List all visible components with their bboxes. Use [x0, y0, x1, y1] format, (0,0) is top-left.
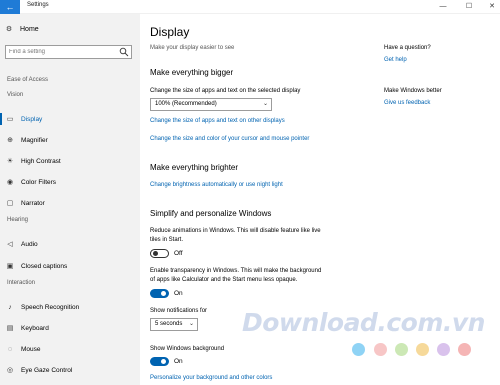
section-vision: Vision [7, 92, 24, 98]
personalize-link[interactable]: Personalize your background and other co… [150, 375, 272, 381]
background-label: Show Windows background [150, 346, 225, 352]
chevron-down-icon: ⌄ [188, 321, 194, 327]
notifications-dropdown[interactable]: 5 seconds ⌄ [150, 318, 198, 331]
notifications-label: Show notifications for [150, 308, 208, 314]
animations-text-line1: Reduce animations in Windows. This will … [150, 228, 321, 234]
animations-text-line2: tiles in Start. [150, 237, 184, 243]
gear-icon: ⚙ [5, 26, 13, 33]
close-button[interactable]: ✕ [485, 1, 499, 13]
sidebar-item-label: Narrator [21, 199, 45, 207]
narrator-icon: ▢ [6, 200, 14, 207]
captions-icon: ▣ [6, 263, 14, 270]
background-toggle[interactable] [150, 357, 169, 366]
background-state: On [174, 358, 183, 365]
search-box[interactable] [5, 45, 132, 59]
sidebar-item-audio[interactable]: ◁ Audio [0, 235, 140, 253]
display-icon: ▭ [6, 116, 14, 123]
scale-dropdown-value: 100% (Recommended) [155, 101, 217, 107]
animations-state: Off [174, 250, 183, 257]
sidebar-item-label: Color Filters [21, 178, 57, 186]
better-heading: Make Windows better [384, 88, 442, 94]
maximize-button[interactable]: ☐ [462, 1, 476, 13]
sidebar-item-label: Keyboard [21, 324, 49, 332]
scale-dropdown[interactable]: 100% (Recommended) ⌄ [150, 98, 272, 111]
get-help-link[interactable]: Get help [384, 57, 494, 63]
transparency-state: On [174, 290, 183, 297]
audio-icon: ◁ [7, 241, 13, 248]
cursor-pointer-link[interactable]: Change the size and color of your cursor… [150, 136, 309, 142]
sidebar-item-closed-captions[interactable]: ▣ Closed captions [0, 257, 140, 275]
sidebar-item-color-filters[interactable]: ◉ Color Filters [0, 173, 140, 191]
speech-icon: ♪ [8, 303, 12, 311]
watermark-dot [374, 343, 387, 356]
watermark-logo: Download.com.vn [242, 308, 485, 337]
toggle-knob [161, 359, 166, 364]
section-interaction: Interaction [7, 280, 36, 286]
sidebar-item-mouse[interactable]: ◌ Mouse [0, 340, 140, 358]
bigger-heading: Make everything bigger [150, 68, 234, 77]
watermark-dot [437, 343, 450, 356]
category-label: Ease of Access [7, 77, 49, 83]
animations-toggle[interactable] [150, 249, 169, 258]
search-icon[interactable] [119, 47, 129, 57]
keyboard-icon: ▤ [6, 325, 14, 332]
page-title: Display [150, 25, 190, 39]
sidebar-home[interactable]: ⚙ Home [4, 25, 39, 34]
feedback-link[interactable]: Give us feedback [384, 100, 494, 106]
sidebar-item-label: Display [21, 115, 43, 123]
simplify-heading: Simplify and personalize Windows [150, 209, 272, 218]
sidebar-item-label: Closed captions [21, 262, 68, 270]
toggle-knob [161, 291, 166, 296]
page-subtitle: Make your display easier to see [150, 45, 235, 51]
watermark-dot [395, 343, 408, 356]
sidebar-item-magnifier[interactable]: ⊕ Magnifier [0, 131, 140, 149]
transparency-text-line2: of apps like Calculator and the Start me… [150, 277, 298, 283]
watermark-dot [352, 343, 365, 356]
sidebar-item-high-contrast[interactable]: ☀ High Contrast [0, 152, 140, 170]
color-filters-icon: ◉ [6, 179, 14, 186]
toggle-knob [153, 251, 158, 256]
sidebar-item-narrator[interactable]: ▢ Narrator [0, 194, 140, 212]
other-displays-link[interactable]: Change the size of apps and text on othe… [150, 118, 285, 124]
mouse-icon: ◌ [7, 345, 13, 353]
sidebar-item-label: Eye Gaze Control [21, 366, 73, 374]
sidebar-item-label: Mouse [21, 345, 41, 353]
magnifier-icon: ⊕ [7, 137, 13, 144]
watermark-dot [458, 343, 471, 356]
minimize-button[interactable]: — [436, 1, 450, 13]
sidebar-item-label: Speech Recognition [21, 303, 80, 311]
sidebar-item-eye-gaze-control[interactable]: ◎ Eye Gaze Control [0, 361, 140, 379]
window-title: Settings [27, 2, 49, 8]
watermark-dot [416, 343, 429, 356]
eye-gaze-icon: ◎ [6, 367, 14, 374]
question-heading: Have a question? [384, 45, 431, 51]
chevron-down-icon: ⌄ [262, 101, 268, 107]
sidebar-item-label: High Contrast [21, 157, 61, 165]
sidebar-item-label: Magnifier [21, 136, 48, 144]
sidebar-item-speech-recognition[interactable]: ♪ Speech Recognition [0, 298, 140, 316]
sidebar: ⚙ Home Ease of Access Vision ▭ Display ⊕… [0, 14, 140, 385]
notifications-dropdown-value: 5 seconds [155, 321, 183, 327]
home-label: Home [20, 25, 39, 33]
contrast-icon: ☀ [6, 158, 14, 165]
section-hearing: Hearing [7, 217, 29, 223]
title-bar: ← Settings — ☐ ✕ [0, 0, 500, 14]
sidebar-item-keyboard[interactable]: ▤ Keyboard [0, 319, 140, 337]
back-button[interactable]: ← [0, 0, 20, 14]
transparency-toggle[interactable] [150, 289, 169, 298]
text-size-label: Change the size of apps and text on the … [150, 88, 301, 94]
sidebar-item-label: Audio [21, 240, 38, 248]
search-input[interactable] [9, 47, 119, 57]
brightness-link[interactable]: Change brightness automatically or use n… [150, 182, 283, 188]
transparency-text-line1: Enable transparency in Windows. This wil… [150, 268, 322, 274]
sidebar-item-display[interactable]: ▭ Display [0, 110, 140, 128]
brighter-heading: Make everything brighter [150, 163, 239, 172]
